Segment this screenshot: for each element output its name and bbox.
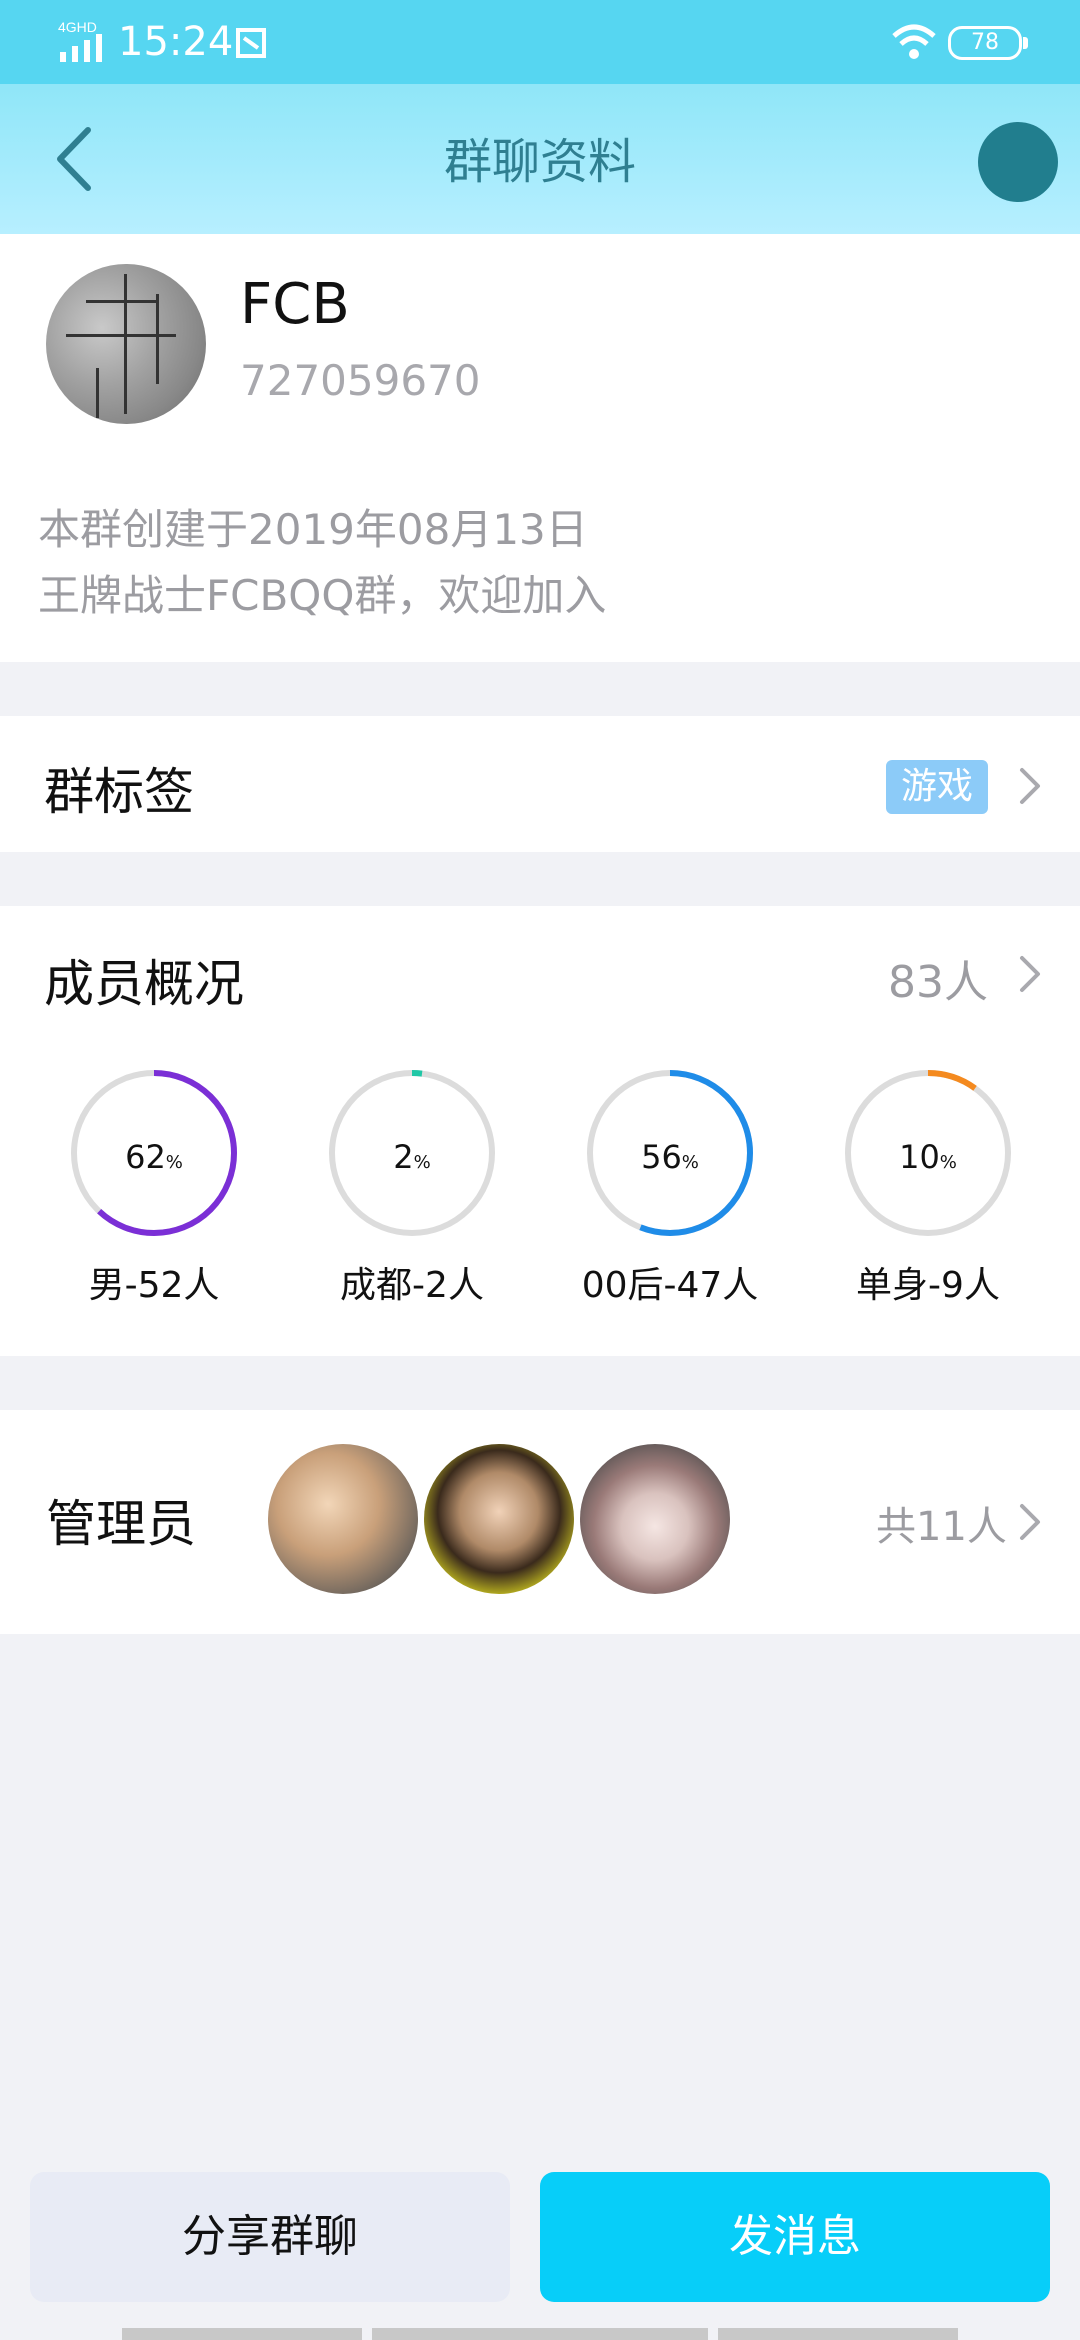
stat-label: 单身-9人: [856, 1265, 1000, 1306]
page-title: 群聊资料: [443, 134, 636, 190]
members-title: 成员概况: [44, 955, 244, 1013]
group-name: FCB: [240, 272, 350, 337]
percent-sign: %: [939, 1152, 957, 1173]
stat-percent-value: 10: [899, 1138, 940, 1176]
chevron-right-icon: [1020, 956, 1040, 992]
admins-title: 管理员: [46, 1495, 196, 1553]
members-count: 83人: [888, 957, 988, 1008]
share-group-button[interactable]: 分享群聊: [30, 2172, 510, 2302]
stat-percent-value: 62: [125, 1138, 166, 1176]
stat-label: 成都-2人: [340, 1265, 484, 1306]
signal-icon: 4GHD: [58, 19, 102, 62]
stat-label: 男-52人: [88, 1265, 220, 1306]
home-indicator: [718, 2328, 958, 2340]
stat-percent: 56%: [585, 1138, 755, 1176]
percent-sign: %: [681, 1152, 699, 1173]
battery-indicator: 78: [948, 26, 1028, 60]
stat-percent: 62%: [69, 1138, 239, 1176]
percent-sign: %: [165, 1152, 183, 1173]
profile-avatar[interactable]: [978, 122, 1058, 202]
admins-count: 共11人: [876, 1504, 1007, 1550]
admin-avatar[interactable]: [580, 1444, 730, 1594]
tags-title: 群标签: [44, 763, 194, 821]
percent-sign: %: [413, 1152, 431, 1173]
home-indicator: [122, 2328, 362, 2340]
screenshot-icon: [236, 28, 266, 58]
status-time: 15:24: [118, 19, 234, 65]
group-avatar[interactable]: [46, 264, 206, 424]
chevron-right-icon: [1020, 1504, 1040, 1540]
svg-text:4GHD: 4GHD: [58, 19, 97, 35]
home-indicator: [372, 2328, 708, 2340]
send-message-button[interactable]: 发消息: [540, 2172, 1050, 2302]
stat-label: 00后-47人: [581, 1265, 759, 1306]
chevron-right-icon: [1020, 768, 1040, 804]
group-description: 王牌战士FCBQQ群，欢迎加入: [38, 571, 607, 620]
stat-percent: 10%: [843, 1138, 1013, 1176]
stat-percent-value: 2: [393, 1138, 414, 1176]
admin-avatar[interactable]: [268, 1444, 418, 1594]
admin-avatar[interactable]: [424, 1444, 574, 1594]
group-id: 727059670: [240, 356, 481, 405]
wifi-icon: [892, 24, 936, 59]
stat-percent-value: 56: [641, 1138, 682, 1176]
group-created-date: 本群创建于2019年08月13日: [38, 505, 588, 554]
stat-percent: 2%: [327, 1138, 497, 1176]
tag-badge: 游戏: [886, 760, 988, 814]
